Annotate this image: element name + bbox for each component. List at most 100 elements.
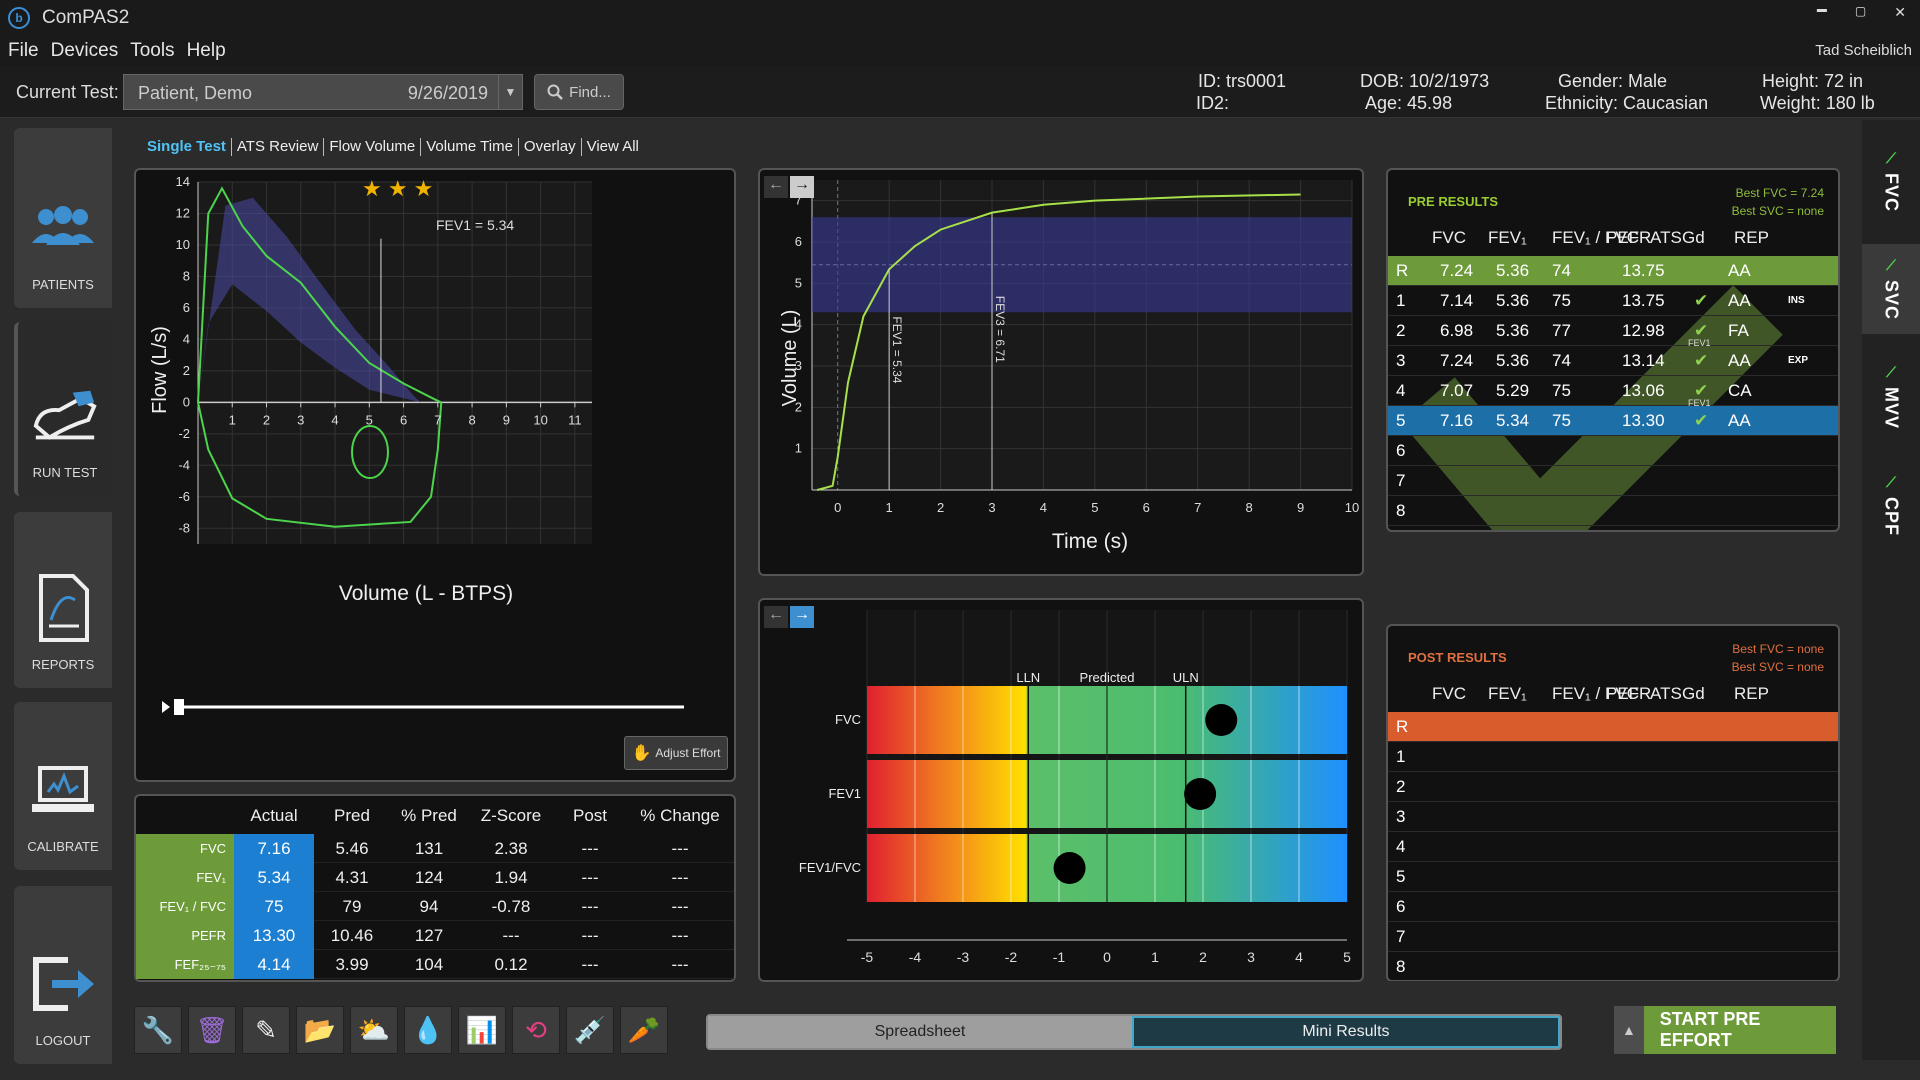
- post-result-row[interactable]: 8: [1388, 952, 1838, 982]
- result-cell: 13.14: [1622, 351, 1665, 370]
- result-cell: 12.98: [1622, 321, 1665, 340]
- pre-best-svc: Best SVC = none: [1731, 204, 1824, 218]
- menu-file[interactable]: File: [8, 40, 39, 62]
- post-result-row[interactable]: 5: [1388, 862, 1838, 892]
- post-result-row[interactable]: 3: [1388, 802, 1838, 832]
- post-result-row[interactable]: 1: [1388, 742, 1838, 772]
- flow-x-tick: 7: [434, 412, 441, 427]
- z-x-tick: -3: [957, 949, 970, 965]
- run-test-icon: [30, 381, 100, 451]
- fvc-curve-icon: ⟋: [1886, 150, 1896, 166]
- post-result-row[interactable]: 6: [1388, 892, 1838, 922]
- spreadsheet-button[interactable]: Spreadsheet: [708, 1016, 1132, 1048]
- wrench-button[interactable]: 🔧: [134, 1006, 182, 1054]
- vt-prev-button[interactable]: ←: [764, 176, 788, 198]
- post-result-row[interactable]: 2: [1388, 772, 1838, 802]
- chevron-down-icon[interactable]: ▼: [498, 75, 522, 109]
- result-cell: 75: [1552, 291, 1571, 310]
- result-cell: 13.75: [1622, 261, 1665, 280]
- tab-overlay[interactable]: Overlay: [519, 138, 582, 156]
- nav-reports[interactable]: REPORTS: [14, 512, 112, 688]
- minimize-button[interactable]: ▬: [1817, 4, 1827, 21]
- syringe-button[interactable]: 💉: [566, 1006, 614, 1054]
- mvv-curve-icon: ⟋: [1886, 364, 1896, 381]
- post-result-row[interactable]: 7: [1388, 922, 1838, 952]
- result-cell: AA: [1728, 411, 1751, 430]
- folder-patient-button[interactable]: 📂: [296, 1006, 344, 1054]
- pre-result-row[interactable]: 8: [1388, 496, 1838, 526]
- test-date: 9/26/2019: [407, 83, 488, 103]
- slider-handle[interactable]: [174, 699, 184, 715]
- pre-result-row[interactable]: R 7.24 5.36 74 13.75 AA: [1388, 256, 1838, 286]
- triangle-up-icon[interactable]: ▲: [1614, 1006, 1644, 1054]
- result-row-index: 3: [1396, 807, 1406, 826]
- start-pre-effort-button[interactable]: ▲ START PRE EFFORT: [1614, 1006, 1836, 1054]
- trash-button[interactable]: 🗑: [188, 1006, 236, 1054]
- flow-volume-chart: FEV1 = 5.34 ★ ★ ★ 1 2 3 4 5 6 7 8 9 10 11141210864…: [149, 174, 684, 715]
- menu-tools[interactable]: Tools: [130, 40, 174, 62]
- wrench-icon: 🔧: [141, 1014, 175, 1045]
- result-cell: 74: [1552, 351, 1571, 370]
- result-cell: AA: [1728, 351, 1751, 370]
- menu-help[interactable]: Help: [187, 40, 226, 62]
- find-button[interactable]: Find...: [534, 74, 624, 110]
- chart-button[interactable]: 📊: [458, 1006, 506, 1054]
- pre-result-row[interactable]: 4 7.07 5.29 75 13.06 ✔ CA FEV1: [1388, 376, 1838, 408]
- vt-x-tick: 9: [1297, 500, 1304, 515]
- measure-cell: 2.38: [468, 834, 554, 863]
- right-nav-cpf[interactable]: ⟋ CPF: [1862, 460, 1920, 550]
- post-result-row[interactable]: 4: [1388, 832, 1838, 862]
- flow-x-tick: 1: [229, 412, 236, 427]
- nav-patients[interactable]: PATIENTS: [14, 128, 112, 308]
- pre-result-row[interactable]: 2 6.98 5.36 77 12.98 ✔ FA FEV1: [1388, 316, 1838, 348]
- weather-button[interactable]: ⛅: [350, 1006, 398, 1054]
- patient-ethnicity: Ethnicity: Caucasian: [1545, 93, 1709, 113]
- maximize-button[interactable]: ▢: [1855, 4, 1866, 21]
- post-result-row[interactable]: R: [1388, 712, 1838, 742]
- right-nav-label: SVC: [1881, 280, 1902, 321]
- nav-calibrate[interactable]: CALIBRATE: [14, 702, 112, 870]
- quality-stars-icon: ★ ★ ★: [362, 176, 433, 201]
- patient-id: ID: trs0001: [1198, 71, 1287, 91]
- z-prev-button[interactable]: ←: [764, 606, 788, 628]
- measure-cell: 104: [390, 950, 468, 979]
- tab-view-all[interactable]: View All: [582, 138, 644, 156]
- result-cell: 5.34: [1496, 411, 1530, 430]
- right-nav-fvc[interactable]: ⟋ FVC: [1862, 136, 1920, 226]
- tab-flow-volume[interactable]: Flow Volume: [324, 138, 422, 156]
- menu-devices[interactable]: Devices: [51, 40, 119, 62]
- reset-icon: ⟲: [525, 1014, 547, 1045]
- edit-button[interactable]: ✎: [242, 1006, 290, 1054]
- carrot-button[interactable]: 🥕: [620, 1006, 668, 1054]
- pre-result-row[interactable]: 1 7.14 5.36 75 13.75 ✔ AA INS: [1388, 286, 1838, 316]
- flow-x-tick: 9: [503, 412, 510, 427]
- result-cell: 75: [1552, 381, 1571, 400]
- pre-result-row[interactable]: 7: [1388, 466, 1838, 496]
- right-nav-svc[interactable]: ⟋ SVC: [1862, 244, 1920, 334]
- measure-cell: ---: [626, 921, 734, 950]
- result-cell: AA: [1728, 261, 1751, 280]
- pre-result-row[interactable]: 5 7.16 5.34 75 13.30 ✔ AA: [1388, 406, 1838, 436]
- close-button[interactable]: ✕: [1894, 4, 1906, 21]
- patient-select[interactable]: Patient, Demo 9/26/2019 ▼: [123, 74, 523, 110]
- flow-y-tick: 4: [183, 331, 190, 346]
- app-title: ComPAS2: [42, 7, 130, 28]
- play-icon[interactable]: [162, 701, 170, 713]
- cpf-curve-icon: ⟋: [1886, 474, 1896, 490]
- result-row-index: 8: [1396, 501, 1406, 520]
- blood-drop-button[interactable]: 💧: [404, 1006, 452, 1054]
- measure-cell: ---: [626, 892, 734, 921]
- vt-next-button[interactable]: →: [790, 176, 814, 198]
- pre-result-row[interactable]: 6: [1388, 436, 1838, 466]
- nav-run-test[interactable]: RUN TEST: [14, 322, 112, 496]
- adjust-effort-button[interactable]: ✋ Adjust Effort: [624, 736, 728, 770]
- pre-result-row[interactable]: 3 7.24 5.36 74 13.14 ✔ AA EXP: [1388, 346, 1838, 376]
- tab-ats-review[interactable]: ATS Review: [232, 138, 325, 156]
- z-next-button[interactable]: →: [790, 606, 814, 628]
- mini-results-button[interactable]: Mini Results: [1132, 1016, 1560, 1048]
- tab-volume-time[interactable]: Volume Time: [421, 138, 519, 156]
- tab-single-test[interactable]: Single Test: [142, 138, 232, 156]
- right-nav-mvv[interactable]: ⟋ MVV: [1862, 352, 1920, 442]
- nav-logout[interactable]: LOGOUT: [14, 886, 112, 1064]
- reset-button[interactable]: ⟲: [512, 1006, 560, 1054]
